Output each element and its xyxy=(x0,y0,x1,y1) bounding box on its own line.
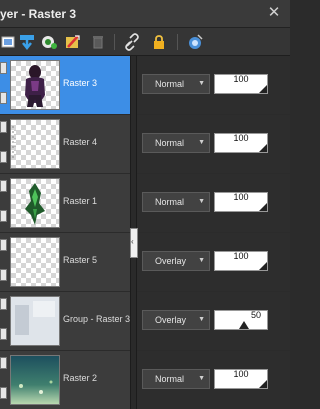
opacity-value: 100 xyxy=(233,369,249,379)
opacity-input[interactable]: 100 xyxy=(214,251,268,271)
visibility-toggle[interactable] xyxy=(0,357,7,369)
chevron-down-icon: ▼ xyxy=(198,257,205,264)
visibility-toggle[interactable] xyxy=(0,62,7,74)
layer-row-left[interactable]: Raster 5 xyxy=(0,233,130,291)
chevron-down-icon: ▼ xyxy=(198,198,205,205)
opacity-input[interactable]: 100 xyxy=(214,369,268,389)
chevron-down-icon: ▼ xyxy=(198,316,205,323)
blend-mode-value: Overlay xyxy=(155,256,187,266)
layer-row-left[interactable]: Raster 1 xyxy=(0,174,130,232)
layer-thumbnail xyxy=(10,237,60,287)
layer-toolbar xyxy=(0,28,290,56)
new-layer-icon[interactable] xyxy=(0,32,18,52)
lock-toggle[interactable] xyxy=(0,210,7,222)
layer-name[interactable]: Group - Raster 3 xyxy=(63,314,130,324)
toolbar-separator xyxy=(177,34,178,50)
blend-mode-value: Normal xyxy=(155,197,185,207)
blend-mode-dropdown[interactable]: Normal ▼ xyxy=(142,192,210,212)
link-icon[interactable] xyxy=(122,32,142,52)
layer-thumbnail xyxy=(10,119,60,169)
layer-row[interactable]: Raster 1 Normal ▼ 100 xyxy=(0,174,290,232)
blend-mode-dropdown[interactable]: Normal ▼ xyxy=(142,74,210,94)
layer-thumbnail xyxy=(10,355,60,405)
blend-mode-value: Normal xyxy=(155,138,185,148)
layer-name[interactable]: Raster 1 xyxy=(63,196,97,206)
adjustment-layer-icon[interactable] xyxy=(63,32,83,52)
layer-thumbnail xyxy=(10,60,60,110)
opacity-value: 100 xyxy=(233,192,249,202)
layer-row-left[interactable]: Raster 4 xyxy=(0,115,130,173)
title-bar: yer - Raster 3 ✕ xyxy=(0,0,290,28)
opacity-slider-icon xyxy=(259,380,267,388)
visibility-toggle[interactable] xyxy=(0,298,7,310)
layer-thumbnail xyxy=(10,296,60,346)
splitter-grip[interactable]: ‹ xyxy=(130,228,138,258)
blend-mode-dropdown[interactable]: Normal ▼ xyxy=(142,133,210,153)
layer-row[interactable]: Raster 3 Normal ▼ 100 xyxy=(0,56,290,114)
layer-row[interactable]: Raster 5 Overlay ▼ 100 xyxy=(0,233,290,291)
chevron-down-icon: ▼ xyxy=(198,375,205,382)
layer-row-right: Overlay ▼ 50 xyxy=(137,292,290,350)
lock-toggle[interactable] xyxy=(0,269,7,281)
layer-row-left[interactable]: Raster 3 xyxy=(0,56,130,114)
visibility-toggle[interactable] xyxy=(0,180,7,192)
layer-name[interactable]: Raster 4 xyxy=(63,137,97,147)
layer-row-left[interactable]: Raster 2 xyxy=(0,351,130,409)
blend-mode-dropdown[interactable]: Normal ▼ xyxy=(142,369,210,389)
layer-row-right: Normal ▼ 100 xyxy=(137,115,290,173)
layer-name[interactable]: Raster 2 xyxy=(63,373,97,383)
layer-row[interactable]: Raster 4 Normal ▼ 100 xyxy=(0,115,290,173)
opacity-value: 100 xyxy=(233,74,249,84)
merge-down-icon[interactable] xyxy=(17,32,37,52)
opacity-value: 100 xyxy=(233,251,249,261)
visibility-toggle[interactable] xyxy=(0,239,7,251)
lock-icon[interactable] xyxy=(149,32,169,52)
layer-row-left[interactable]: Group - Raster 3 xyxy=(0,292,130,350)
layer-row[interactable]: Raster 2 Normal ▼ 100 xyxy=(0,351,290,409)
layer-list: Raster 3 Normal ▼ 100 Raster 4 Normal ▼ … xyxy=(0,56,290,409)
layer-row-right: Normal ▼ 100 xyxy=(137,351,290,409)
visibility-toggle[interactable] xyxy=(0,121,7,133)
opacity-slider-icon xyxy=(239,321,249,329)
lock-toggle[interactable] xyxy=(0,92,7,104)
chevron-left-icon: ‹ xyxy=(131,237,134,246)
blend-mode-value: Normal xyxy=(155,79,185,89)
opacity-input[interactable]: 100 xyxy=(214,192,268,212)
chevron-down-icon: ▼ xyxy=(198,80,205,87)
opacity-input[interactable]: 100 xyxy=(214,74,268,94)
blend-mode-dropdown[interactable]: Overlay ▼ xyxy=(142,251,210,271)
trash-icon[interactable] xyxy=(88,32,108,52)
window-title: yer - Raster 3 xyxy=(0,6,77,21)
opacity-slider-icon xyxy=(259,144,267,152)
layer-thumbnail xyxy=(10,178,60,228)
opacity-slider-icon xyxy=(259,262,267,270)
opacity-input[interactable]: 100 xyxy=(214,133,268,153)
opacity-value: 50 xyxy=(250,310,261,320)
blend-ranges-icon[interactable] xyxy=(185,32,205,52)
layer-row[interactable]: Group - Raster 3 Overlay ▼ 50 xyxy=(0,292,290,350)
chevron-down-icon: ▼ xyxy=(198,139,205,146)
close-icon[interactable]: ✕ xyxy=(267,5,281,20)
panel-splitter[interactable]: ‹ xyxy=(130,56,138,409)
opacity-slider-icon xyxy=(259,85,267,93)
blend-mode-value: Overlay xyxy=(155,315,187,325)
layer-name[interactable]: Raster 5 xyxy=(63,255,97,265)
lock-toggle[interactable] xyxy=(0,328,7,340)
mask-icon[interactable] xyxy=(39,32,59,52)
layer-name[interactable]: Raster 3 xyxy=(63,78,97,88)
blend-mode-value: Normal xyxy=(155,374,185,384)
layer-row-right: Normal ▼ 100 xyxy=(137,56,290,114)
layer-row-right: Overlay ▼ 100 xyxy=(137,233,290,291)
opacity-slider-icon xyxy=(259,203,267,211)
toolbar-separator xyxy=(114,34,115,50)
opacity-value: 100 xyxy=(233,133,249,143)
lock-toggle[interactable] xyxy=(0,387,7,399)
opacity-input[interactable]: 50 xyxy=(214,310,268,330)
layer-row-right: Normal ▼ 100 xyxy=(137,174,290,232)
blend-mode-dropdown[interactable]: Overlay ▼ xyxy=(142,310,210,330)
lock-toggle[interactable] xyxy=(0,151,7,163)
